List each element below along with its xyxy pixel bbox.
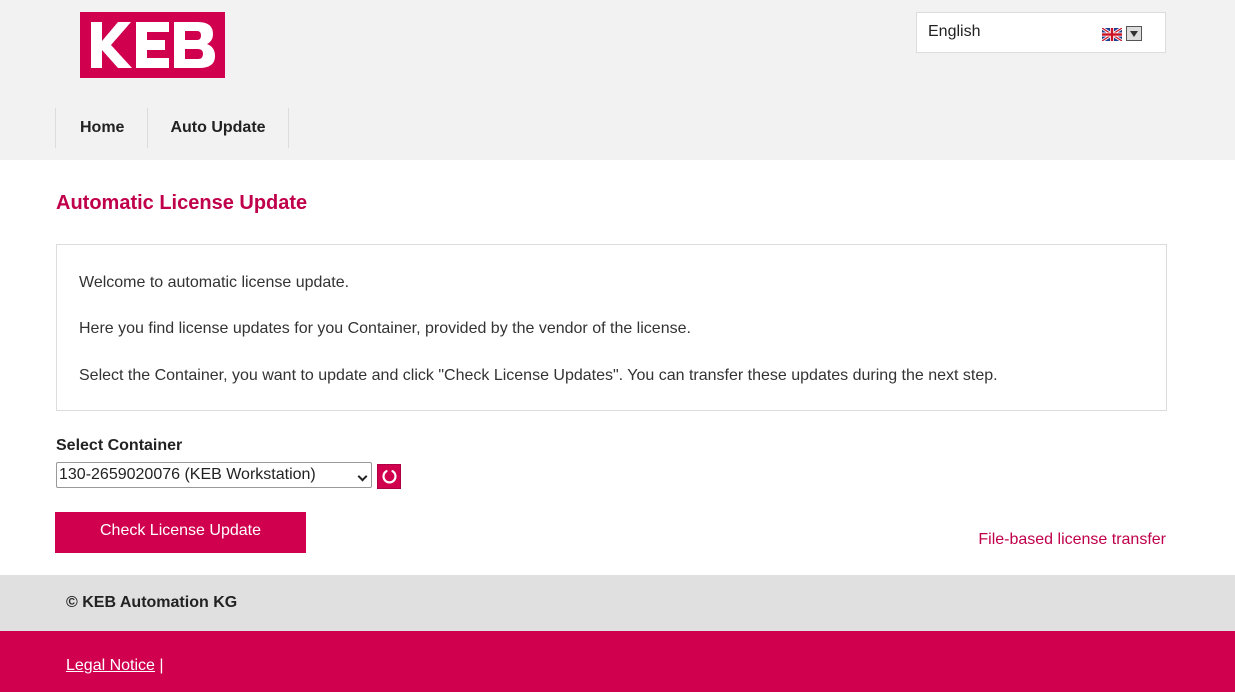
intro-text-instructions: Select the Container, you want to update… bbox=[79, 367, 998, 384]
language-selector[interactable]: English bbox=[916, 12, 1166, 53]
nav-item-home[interactable]: Home bbox=[56, 108, 149, 148]
refresh-icon bbox=[382, 470, 397, 484]
refresh-button[interactable] bbox=[377, 464, 401, 489]
legal-notice-link[interactable]: Legal Notice bbox=[66, 657, 155, 674]
main-nav: Home Auto Update bbox=[55, 108, 289, 148]
intro-text-description: Here you find license updates for you Co… bbox=[79, 320, 691, 337]
nav-item-auto-update[interactable]: Auto Update bbox=[148, 108, 289, 148]
info-panel: Welcome to automatic license update. Her… bbox=[56, 244, 1167, 411]
keb-logo[interactable] bbox=[80, 12, 225, 78]
site-header: English Home Auto Update bbox=[0, 0, 1235, 160]
chevron-down-icon[interactable] bbox=[1126, 26, 1142, 41]
uk-flag-icon bbox=[1101, 26, 1123, 43]
container-select[interactable]: 130-2659020076 (KEB Workstation) bbox=[56, 462, 372, 488]
container-select-value: 130-2659020076 (KEB Workstation) bbox=[59, 466, 316, 483]
footer-links: Legal Notice | bbox=[66, 657, 164, 675]
intro-text-welcome: Welcome to automatic license update. bbox=[79, 274, 350, 291]
footer-copyright-bar: © KEB Automation KG bbox=[0, 575, 1235, 631]
language-label: English bbox=[928, 23, 981, 40]
file-based-license-transfer-link[interactable]: File-based license transfer bbox=[978, 531, 1166, 549]
page-title: Automatic License Update bbox=[56, 192, 308, 214]
chevron-down-icon bbox=[357, 471, 368, 482]
copyright-text: © KEB Automation KG bbox=[66, 594, 238, 611]
select-container-label: Select Container bbox=[56, 437, 183, 454]
footer-separator: | bbox=[154, 657, 164, 674]
check-license-update-button[interactable]: Check License Update bbox=[55, 512, 306, 553]
footer-links-bar: Legal Notice | bbox=[0, 631, 1235, 692]
